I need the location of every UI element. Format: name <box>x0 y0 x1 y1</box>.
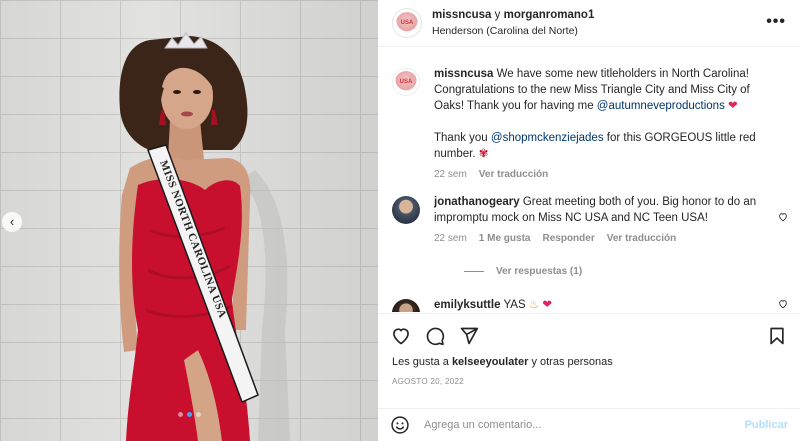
avatar[interactable] <box>392 196 420 224</box>
view-replies-label: Ver respuestas (1) <box>496 266 583 277</box>
location-link[interactable]: Henderson (Carolina del Norte) <box>432 23 594 39</box>
bookmark-icon[interactable] <box>767 326 787 346</box>
mention-link[interactable]: @autumneveproductions <box>597 100 725 112</box>
post-modal: MISS NORTH CAROLINA USA ‹ USA missncusa … <box>0 0 800 441</box>
emoji-icon[interactable] <box>390 415 410 435</box>
dancer-emoji-icon: ✾ <box>478 148 489 160</box>
comments-list[interactable]: USA missncusa We have some new titlehold… <box>378 48 800 312</box>
caption-username[interactable]: missncusa <box>434 68 493 80</box>
comment-like-heart-icon[interactable] <box>778 299 788 309</box>
heart-icon[interactable] <box>391 326 411 346</box>
see-translation-button[interactable]: Ver traducción <box>607 233 676 244</box>
header-user1-link[interactable]: missncusa <box>432 9 491 21</box>
avatar[interactable] <box>392 299 420 312</box>
comment-time[interactable]: 22 sem <box>434 233 467 244</box>
caption-text-2: Thank you <box>434 132 488 144</box>
publish-button[interactable]: Publicar <box>745 419 788 431</box>
comment-input[interactable] <box>424 419 745 431</box>
caption-time[interactable]: 22 sem <box>434 169 467 180</box>
post-actions: Les gusta a kelseeyoulater y otras perso… <box>378 313 800 386</box>
comment-like-heart-icon[interactable] <box>778 212 788 222</box>
comment-item: jonathanogeary Great meeting both of you… <box>378 194 800 277</box>
missncusa-logo-icon: USA <box>396 12 418 34</box>
missncusa-logo-icon: USA <box>395 71 417 93</box>
carousel-prev-button[interactable]: ‹ <box>2 212 22 232</box>
mention-link[interactable]: @shopmckenziejades <box>491 132 604 144</box>
red-heart-icon: ❤ <box>542 299 553 311</box>
pageant-woman-figure: MISS NORTH CAROLINA USA <box>119 32 290 441</box>
comment-username[interactable]: emilyksuttle <box>434 299 500 311</box>
post-photo[interactable]: MISS NORTH CAROLINA USA ‹ <box>0 0 378 441</box>
header-connector: y <box>494 9 501 21</box>
reply-button[interactable]: Responder <box>542 233 594 244</box>
post-date[interactable]: AGOSTO 20, 2022 <box>378 377 800 386</box>
caption: USA missncusa We have some new titlehold… <box>378 66 800 180</box>
avatar[interactable]: USA <box>392 68 420 96</box>
comment-icon[interactable] <box>425 326 445 346</box>
comment-username[interactable]: jonathanogeary <box>434 196 520 208</box>
comment-text: YAS <box>503 299 526 311</box>
red-heart-icon: ❤ <box>728 100 738 112</box>
carousel-dot <box>177 412 183 417</box>
paper-plane-icon[interactable] <box>459 326 479 346</box>
more-options-icon[interactable]: ••• <box>766 13 786 31</box>
comment-item: emilyksuttle YAS ♨ ❤ <box>378 297 800 312</box>
add-comment-bar: Publicar <box>378 408 800 441</box>
view-replies-button[interactable]: Ver respuestas (1) <box>464 266 770 277</box>
comment-likes-count[interactable]: 1 Me gusta <box>479 233 531 244</box>
avatar[interactable]: USA <box>392 8 422 38</box>
see-translation-button[interactable]: Ver traducción <box>479 169 548 180</box>
fire-emoji-icon: ♨ <box>528 299 540 311</box>
post-side-panel: USA missncusa y morganromano1 Henderson … <box>378 0 800 441</box>
carousel-dots <box>0 412 378 417</box>
post-header: USA missncusa y morganromano1 Henderson … <box>378 0 800 47</box>
header-user2-link[interactable]: morganromano1 <box>504 9 595 21</box>
carousel-dot <box>195 412 201 417</box>
carousel-dot <box>186 412 192 417</box>
